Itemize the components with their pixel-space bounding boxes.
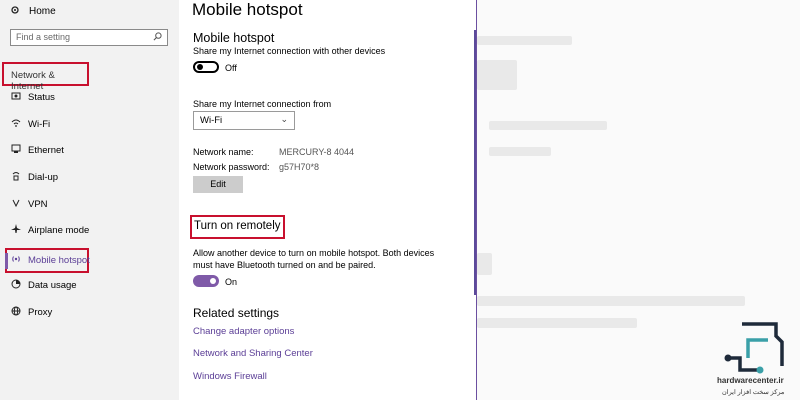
- sidebar-item-label: Airplane mode: [28, 224, 90, 236]
- remote-toggle-state: On: [225, 277, 238, 287]
- hotspot-toggle[interactable]: [193, 61, 219, 73]
- data-usage-icon: [9, 279, 23, 291]
- globe-icon: [9, 306, 23, 318]
- remote-heading: Turn on remotely: [194, 220, 281, 232]
- watermark-name: hardwarecenter.ir: [717, 376, 784, 385]
- sidebar-item-label: Status: [28, 91, 55, 103]
- search-input[interactable]: Find a setting: [10, 29, 168, 46]
- sidebar-item-label: Data usage: [28, 279, 77, 291]
- share-from-select[interactable]: Wi-Fi ⌄: [193, 111, 295, 130]
- sidebar-item-status[interactable]: Status: [0, 86, 179, 108]
- sidebar-item-dialup[interactable]: Dial-up: [0, 166, 179, 188]
- ethernet-icon: [9, 144, 23, 156]
- dialup-icon: [9, 171, 23, 183]
- scrollbar[interactable]: [474, 30, 476, 295]
- sidebar-item-wifi[interactable]: Wi-Fi: [0, 113, 179, 135]
- airplane-icon: [9, 224, 23, 236]
- sidebar-item-ethernet[interactable]: Ethernet: [0, 139, 179, 161]
- watermark-subtitle: مرکز سخت افزار ایران: [722, 389, 785, 396]
- sidebar-item-airplane[interactable]: Airplane mode: [0, 219, 179, 241]
- network-name-label: Network name:: [193, 147, 254, 157]
- network-password-label: Network password:: [193, 162, 270, 172]
- remote-toggle[interactable]: [193, 275, 219, 287]
- network-password-value: g57H70*8: [279, 162, 320, 172]
- hotspot-heading: Mobile hotspot: [193, 31, 275, 45]
- hotspot-icon: [9, 254, 23, 266]
- sidebar: Home Find a setting Network & Internet S…: [0, 0, 179, 400]
- home-nav[interactable]: Home: [10, 5, 56, 18]
- sidebar-item-label: Ethernet: [28, 144, 64, 156]
- wifi-icon: [9, 118, 23, 130]
- share-from-value: Wi-Fi: [200, 115, 223, 126]
- sidebar-item-label: Wi-Fi: [28, 118, 51, 130]
- sidebar-item-label: VPN: [28, 198, 48, 210]
- sharing-center-link[interactable]: Network and Sharing Center: [193, 348, 313, 359]
- page-title: Mobile hotspot: [192, 0, 303, 19]
- main-content: Mobile hotspot Mobile hotspot Share my I…: [180, 0, 477, 400]
- section-label: Network & Internet: [2, 62, 89, 92]
- sidebar-item-label: Dial-up: [28, 171, 59, 183]
- search-placeholder: Find a setting: [16, 32, 71, 42]
- share-from-label: Share my Internet connection from: [193, 99, 332, 109]
- sidebar-item-vpn[interactable]: VPN: [0, 193, 179, 215]
- home-label: Home: [29, 6, 56, 17]
- search-icon[interactable]: [153, 32, 162, 43]
- related-heading: Related settings: [193, 306, 280, 320]
- sidebar-item-label: Mobile hotspot: [28, 254, 90, 266]
- hotspot-description: Share my Internet connection with other …: [193, 46, 386, 56]
- remote-description-line1: Allow another device to turn on mobile h…: [193, 248, 435, 258]
- status-icon: [9, 91, 23, 103]
- sidebar-item-data-usage[interactable]: Data usage: [0, 274, 179, 296]
- sidebar-item-label: Proxy: [28, 306, 53, 318]
- remote-description-line2: must have Bluetooth turned on and be pai…: [193, 260, 376, 270]
- change-adapter-link[interactable]: Change adapter options: [193, 326, 294, 337]
- windows-firewall-link[interactable]: Windows Firewall: [193, 371, 267, 382]
- sidebar-item-mobile-hotspot[interactable]: Mobile hotspot: [0, 249, 179, 271]
- chevron-down-icon: ⌄: [280, 114, 288, 124]
- sidebar-item-proxy[interactable]: Proxy: [0, 301, 179, 323]
- gear-icon: [10, 5, 20, 18]
- vpn-icon: [9, 198, 23, 210]
- hotspot-toggle-state: Off: [225, 63, 237, 73]
- edit-button[interactable]: Edit: [193, 176, 243, 193]
- network-name-value: MERCURY-8 4044: [279, 147, 355, 157]
